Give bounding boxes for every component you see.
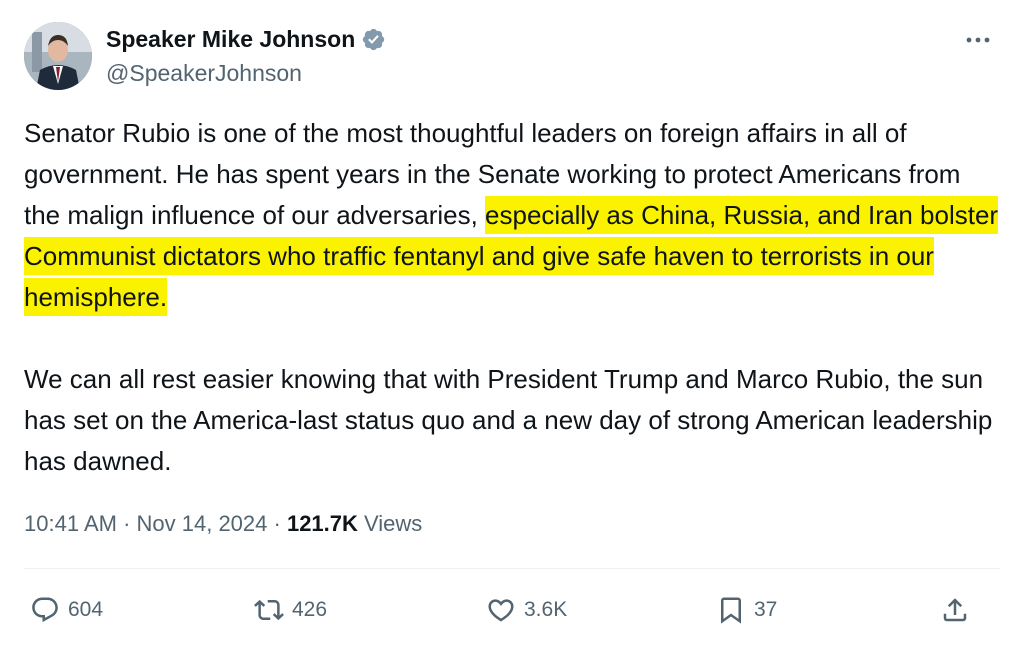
repost-icon bbox=[254, 599, 284, 621]
action-bar: 604 426 3.6K 37 bbox=[24, 588, 1000, 632]
more-icon[interactable] bbox=[956, 26, 1000, 54]
author-name-row: Speaker Mike Johnson bbox=[106, 26, 386, 53]
tweet-text: Senator Rubio is one of the most thought… bbox=[24, 113, 999, 482]
share-icon bbox=[943, 598, 967, 622]
verified-badge-icon[interactable] bbox=[361, 27, 386, 52]
reply-count: 604 bbox=[68, 598, 104, 621]
meta-separator: · bbox=[116, 511, 137, 536]
tweet-time[interactable]: 10:41 AM bbox=[24, 511, 117, 536]
repost-count: 426 bbox=[292, 598, 328, 621]
like-count: 3.6K bbox=[524, 598, 568, 621]
reply-button[interactable]: 604 bbox=[30, 588, 103, 632]
tweet-date[interactable]: Nov 14, 2024 bbox=[137, 511, 268, 536]
meta-separator: · bbox=[267, 511, 287, 536]
avatar[interactable] bbox=[24, 22, 92, 90]
like-icon bbox=[488, 599, 514, 622]
views-count[interactable]: 121.7K bbox=[287, 511, 358, 536]
reply-icon bbox=[32, 597, 58, 623]
author-handle[interactable]: @SpeakerJohnson bbox=[106, 60, 302, 87]
repost-button[interactable]: 426 bbox=[254, 588, 327, 632]
views-label: Views bbox=[357, 511, 423, 536]
share-button[interactable] bbox=[940, 588, 970, 632]
author-name[interactable]: Speaker Mike Johnson bbox=[106, 26, 355, 53]
divider bbox=[24, 568, 1000, 569]
tweet-meta: 10:41 AM · Nov 14, 2024 · 121.7K Views bbox=[24, 511, 422, 537]
like-button[interactable]: 3.6K bbox=[486, 588, 567, 632]
tweet-paragraph-1: Senator Rubio is one of the most thought… bbox=[24, 113, 999, 318]
bookmark-icon bbox=[721, 597, 741, 624]
bookmark-count: 37 bbox=[754, 598, 778, 621]
tweet-paragraph-2: We can all rest easier knowing that with… bbox=[24, 364, 993, 476]
bookmark-button[interactable]: 37 bbox=[716, 588, 777, 632]
